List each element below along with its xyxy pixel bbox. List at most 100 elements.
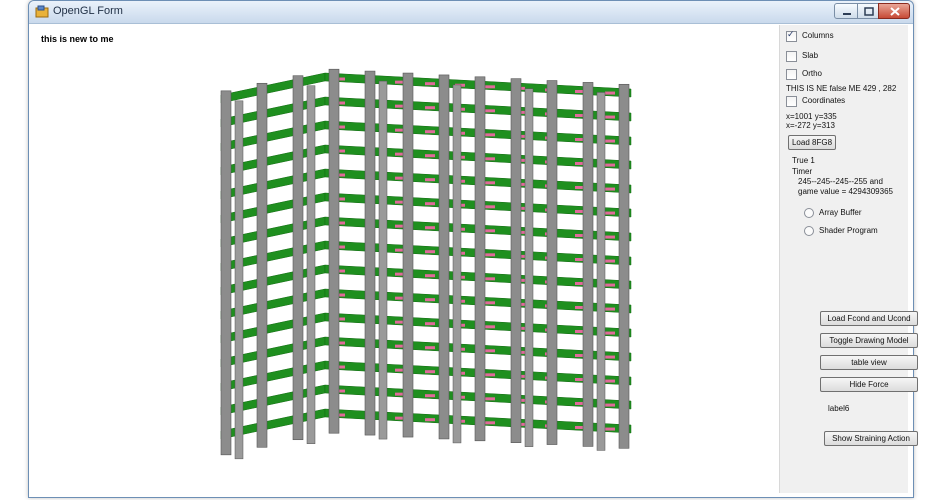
load-8fg8-button[interactable]: Load 8FG8 bbox=[788, 135, 836, 150]
column bbox=[474, 76, 486, 442]
slab-layer bbox=[220, 72, 632, 440]
show-straining-action-button[interactable]: Show Straining Action bbox=[824, 431, 918, 446]
status-text: THIS IS NE false ME 429 , 282 bbox=[786, 84, 897, 93]
reinforcement-detail bbox=[425, 130, 435, 134]
column bbox=[256, 82, 268, 448]
column bbox=[292, 75, 304, 441]
column bbox=[378, 80, 388, 440]
reinforcement-detail bbox=[605, 187, 615, 191]
column bbox=[328, 68, 340, 434]
column bbox=[596, 92, 606, 451]
maximize-icon bbox=[864, 7, 874, 16]
reinforcement-detail bbox=[605, 235, 615, 239]
column bbox=[364, 70, 376, 436]
reinforcement-detail bbox=[485, 181, 495, 185]
window-title: OpenGL Form bbox=[53, 5, 123, 17]
reinforcement-detail bbox=[485, 349, 495, 353]
reinforcement-detail bbox=[485, 133, 495, 137]
column bbox=[220, 90, 232, 456]
shader-program-radio-label: Shader Program bbox=[819, 226, 878, 235]
reinforcement-detail bbox=[425, 202, 435, 206]
reinforcement-detail bbox=[485, 205, 495, 209]
toggle-drawing-model-button[interactable]: Toggle Drawing Model bbox=[820, 333, 918, 348]
load-fcond-ucond-button[interactable]: Load Fcond and Ucond bbox=[820, 311, 918, 326]
maximize-button[interactable] bbox=[857, 3, 879, 19]
ortho-checkbox-label: Ortho bbox=[802, 69, 823, 78]
reinforcement-detail bbox=[425, 418, 435, 422]
true-text: True 1 bbox=[792, 156, 815, 165]
reinforcement-detail bbox=[605, 211, 615, 215]
columns-checkbox-box[interactable] bbox=[786, 30, 797, 42]
table-view-button[interactable]: table view bbox=[820, 355, 918, 370]
column bbox=[306, 85, 316, 444]
app-icon bbox=[35, 5, 49, 18]
reinforcement-detail bbox=[605, 379, 615, 383]
client-area: this is new to me Columns Slab Ortho THI… bbox=[35, 25, 918, 493]
reinforcement-detail bbox=[485, 325, 495, 329]
timer-text: Timer bbox=[792, 167, 813, 176]
label6: label6 bbox=[828, 404, 850, 413]
reinforcement-detail bbox=[605, 355, 615, 359]
reinforcement-detail bbox=[485, 301, 495, 305]
reinforcement-detail bbox=[485, 277, 495, 281]
reinforcement-detail bbox=[425, 250, 435, 254]
column bbox=[402, 72, 414, 438]
close-icon bbox=[890, 7, 900, 16]
reinforcement-detail bbox=[605, 163, 615, 167]
coordinates-checkbox-box[interactable] bbox=[786, 96, 797, 107]
reinforcement-detail bbox=[605, 91, 615, 95]
reinforcement-detail bbox=[605, 283, 615, 287]
opengl-viewport[interactable] bbox=[35, 25, 775, 493]
minimize-icon bbox=[843, 13, 851, 15]
column bbox=[546, 80, 558, 445]
array-buffer-radio-dot[interactable] bbox=[804, 208, 814, 218]
minimize-button[interactable] bbox=[834, 3, 858, 19]
array-buffer-radio-label: Array Buffer bbox=[819, 208, 862, 217]
color-text: 245--245--245--255 and bbox=[798, 177, 883, 186]
reinforcement-detail bbox=[425, 370, 435, 374]
close-button[interactable] bbox=[878, 3, 910, 19]
column bbox=[438, 74, 450, 440]
coordinate-readout-1: x=1001 y=335 bbox=[786, 112, 837, 121]
reinforcement-detail bbox=[485, 109, 495, 113]
reinforcement-detail bbox=[605, 139, 615, 143]
column bbox=[618, 83, 630, 449]
coordinates-checkbox-label: Coordinates bbox=[802, 96, 846, 105]
reinforcement-detail bbox=[425, 346, 435, 350]
reinforcement-detail bbox=[485, 229, 495, 233]
hide-force-button[interactable]: Hide Force bbox=[820, 377, 918, 392]
reinforcement-detail bbox=[485, 85, 495, 89]
reinforcement-detail bbox=[425, 298, 435, 302]
title-bar[interactable]: OpenGL Form bbox=[29, 1, 913, 24]
reinforcement-detail bbox=[605, 307, 615, 311]
reinforcement-detail bbox=[605, 259, 615, 263]
reinforcement-detail bbox=[425, 154, 435, 158]
game-value-text: game value = 4294309365 bbox=[798, 187, 893, 196]
reinforcement-detail bbox=[425, 82, 435, 86]
reinforcement-detail bbox=[425, 178, 435, 182]
opengl-form-window: OpenGL Form this is new to me Columns Sl… bbox=[28, 0, 918, 498]
coordinate-readout-2: x=-272 y=313 bbox=[786, 121, 835, 130]
column bbox=[510, 78, 522, 443]
reinforcement-detail bbox=[425, 226, 435, 230]
reinforcement-detail bbox=[605, 115, 615, 119]
reinforcement-detail bbox=[485, 373, 495, 377]
column bbox=[234, 100, 244, 460]
columns-checkbox-label: Columns bbox=[802, 31, 834, 40]
column bbox=[582, 82, 594, 447]
column bbox=[524, 88, 534, 447]
column bbox=[452, 84, 462, 444]
slab-checkbox-label: Slab bbox=[802, 51, 819, 60]
reinforcement-detail bbox=[425, 322, 435, 326]
ortho-checkbox-box[interactable] bbox=[786, 69, 797, 80]
reinforcement-detail bbox=[485, 157, 495, 161]
reinforcement-detail bbox=[485, 253, 495, 257]
reinforcement-detail bbox=[425, 394, 435, 398]
reinforcement-detail bbox=[605, 331, 615, 335]
reinforcement-detail bbox=[425, 274, 435, 278]
slab-checkbox-box[interactable] bbox=[786, 51, 797, 62]
shader-program-radio-dot[interactable] bbox=[804, 226, 814, 236]
reinforcement-detail bbox=[605, 427, 615, 431]
reinforcement-detail bbox=[605, 403, 615, 407]
reinforcement-detail bbox=[485, 421, 495, 425]
